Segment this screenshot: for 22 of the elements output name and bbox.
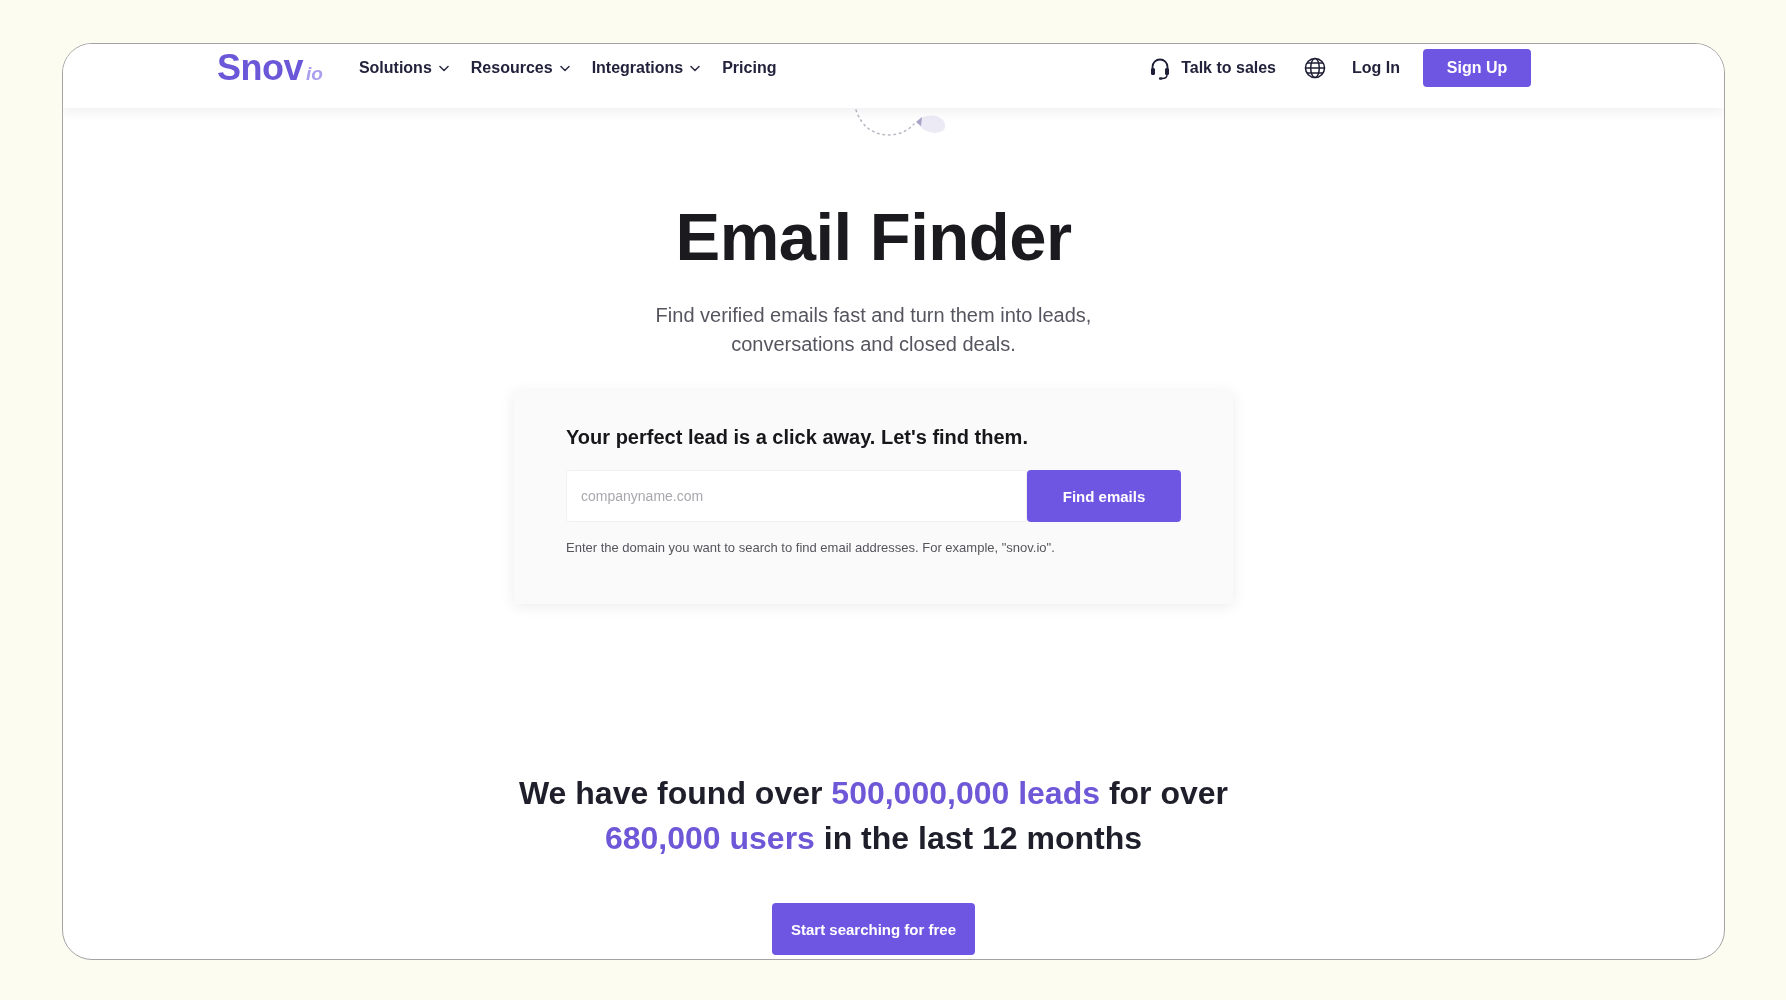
talk-to-sales-link[interactable]: Talk to sales [1150, 56, 1276, 80]
caret-icon [690, 64, 701, 72]
caret-icon [438, 64, 449, 72]
nav-menu-link[interactable]: Solutions [358, 59, 449, 77]
language-button[interactable] [1304, 57, 1326, 79]
page-title: Email Finder [675, 198, 1072, 276]
log-in-link[interactable]: Log In [1352, 59, 1400, 77]
logo[interactable]: Snovio [217, 47, 323, 89]
domain-input-field[interactable]: companyname.com [566, 470, 1027, 522]
nav-menu-link[interactable]: Integrations [591, 59, 701, 77]
globe-icon [1304, 57, 1326, 79]
card-heading: Your perfect lead is a click away. Let's find them. [566, 425, 1029, 449]
nav-menu-link[interactable]: Resources [470, 59, 570, 77]
headset-icon [1150, 56, 1171, 80]
find-emails-button[interactable]: Find emails [1027, 470, 1181, 522]
stats-text: We have found over 500,000,000 leads for over 680,000 users in the last 12 months [517, 774, 1230, 858]
hint-text: Enter the domain you want to search to find email addresses. For example, "snov.io". [566, 539, 1056, 557]
subtitle-text: Find verified emails fast and turn them into leads, conversations and closed deals. [655, 303, 1092, 357]
nav-link[interactable]: Pricing [722, 59, 777, 77]
sign-up-button[interactable]: Sign Up [1423, 49, 1531, 87]
start-searching-button[interactable]: Start searching for free [772, 903, 975, 955]
caret-icon [559, 64, 570, 72]
